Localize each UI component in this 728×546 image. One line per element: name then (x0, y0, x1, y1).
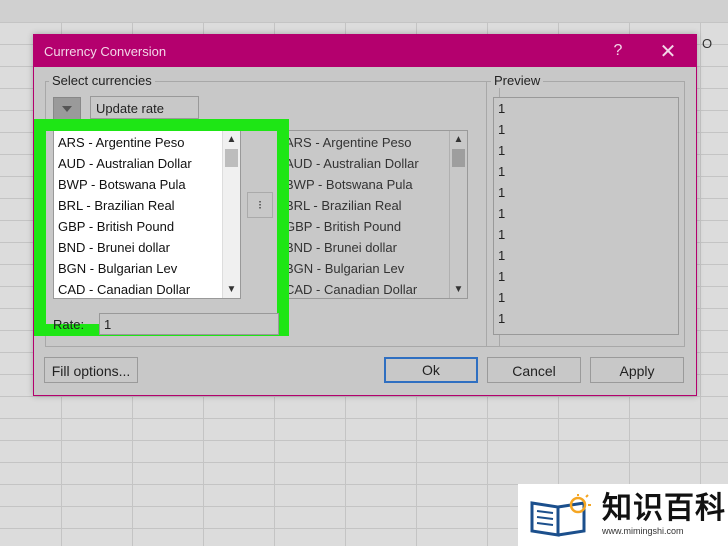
cancel-button[interactable]: Cancel (487, 357, 581, 383)
source-currency-list[interactable]: ARS - Argentine Peso AUD - Australian Dol… (53, 130, 241, 299)
watermark-title: 知识百科 (602, 492, 726, 525)
scroll-down-icon[interactable]: ▼ (223, 281, 240, 298)
update-rate-button[interactable]: Update rate (90, 96, 199, 119)
dialog-titlebar: Currency Conversion ? ✕ (34, 35, 696, 67)
currency-conversion-dialog: Currency Conversion ? ✕ Select currencie… (33, 34, 697, 396)
dialog-title: Currency Conversion (44, 43, 167, 59)
currency-list-item[interactable]: BWP - Botswana Pula (58, 174, 220, 195)
book-lightbulb-logo-icon (530, 494, 591, 537)
target-list-scrollbar[interactable]: ▲ ▼ (449, 131, 467, 298)
preview-value: 1 (498, 101, 506, 116)
preview-value: 1 (498, 227, 506, 242)
currency-list-item[interactable]: ARS - Argentine Peso (285, 132, 447, 153)
source-currency-items: ARS - Argentine Peso AUD - Australian Dol… (58, 132, 220, 298)
rate-label: Rate: (53, 317, 85, 332)
scroll-up-icon[interactable]: ▲ (450, 131, 467, 148)
help-button[interactable]: ? (598, 35, 638, 67)
watermark-text: 知识百科 www.mimingshi.com (602, 493, 726, 537)
currency-list-item[interactable]: AUD - Australian Dollar (58, 153, 220, 174)
preview-value: 1 (498, 206, 506, 221)
preview-value: 1 (498, 290, 506, 305)
scroll-thumb[interactable] (225, 149, 238, 167)
preview-value: 1 (498, 122, 506, 137)
watermark-url: www.mimingshi.com (602, 526, 684, 536)
preview-list: 1 1 1 1 1 1 1 1 1 1 1 (493, 97, 679, 335)
preview-label: Preview (491, 73, 544, 88)
source-list-scrollbar[interactable]: ▲ ▼ (222, 131, 240, 298)
currency-list-item[interactable]: GBP - British Pound (58, 216, 220, 237)
apply-button[interactable]: Apply (590, 357, 684, 383)
scroll-up-icon[interactable]: ▲ (223, 131, 240, 148)
currency-list-item[interactable]: CAD - Canadian Dollar (285, 279, 447, 298)
preview-value: 1 (498, 269, 506, 284)
currency-list-item[interactable]: GBP - British Pound (285, 216, 447, 237)
preview-value: 1 (498, 311, 506, 326)
currency-list-item[interactable]: AUD - Australian Dollar (285, 153, 447, 174)
target-currency-list[interactable]: ARS - Argentine Peso AUD - Australian Dol… (280, 130, 468, 299)
fill-options-button[interactable]: Fill options... (44, 357, 138, 383)
currency-list-item[interactable]: BRL - Brazilian Real (58, 195, 220, 216)
currency-list-item[interactable]: ARS - Argentine Peso (58, 132, 220, 153)
currency-list-item[interactable]: BWP - Botswana Pula (285, 174, 447, 195)
currency-list-item[interactable]: BGN - Bulgarian Lev (58, 258, 220, 279)
preview-value: 1 (498, 164, 506, 179)
currency-list-item[interactable]: BGN - Bulgarian Lev (285, 258, 447, 279)
currency-list-item[interactable]: CAD - Canadian Dollar (58, 279, 220, 298)
currency-list-item[interactable]: BND - Brunei dollar (58, 237, 220, 258)
preview-value: 1 (498, 143, 506, 158)
select-currencies-label: Select currencies (49, 73, 155, 88)
preview-value: 1 (498, 185, 506, 200)
preview-value: 1 (498, 248, 506, 263)
ok-button[interactable]: Ok (384, 357, 478, 383)
rate-input[interactable]: 1 (99, 313, 279, 335)
currency-list-item[interactable]: BRL - Brazilian Real (285, 195, 447, 216)
column-header-row (0, 0, 728, 22)
close-button[interactable]: ✕ (648, 35, 688, 67)
scroll-down-icon[interactable]: ▼ (450, 281, 467, 298)
dropdown-arrow-button[interactable] (53, 97, 81, 121)
scroll-thumb[interactable] (452, 149, 465, 167)
watermark: 知识百科 www.mimingshi.com (518, 484, 728, 546)
column-letter: O (702, 36, 713, 51)
target-currency-items: ARS - Argentine Peso AUD - Australian Dol… (285, 132, 447, 298)
swap-currencies-button[interactable]: ⁝ (247, 192, 273, 218)
currency-list-item[interactable]: BND - Brunei dollar (285, 237, 447, 258)
